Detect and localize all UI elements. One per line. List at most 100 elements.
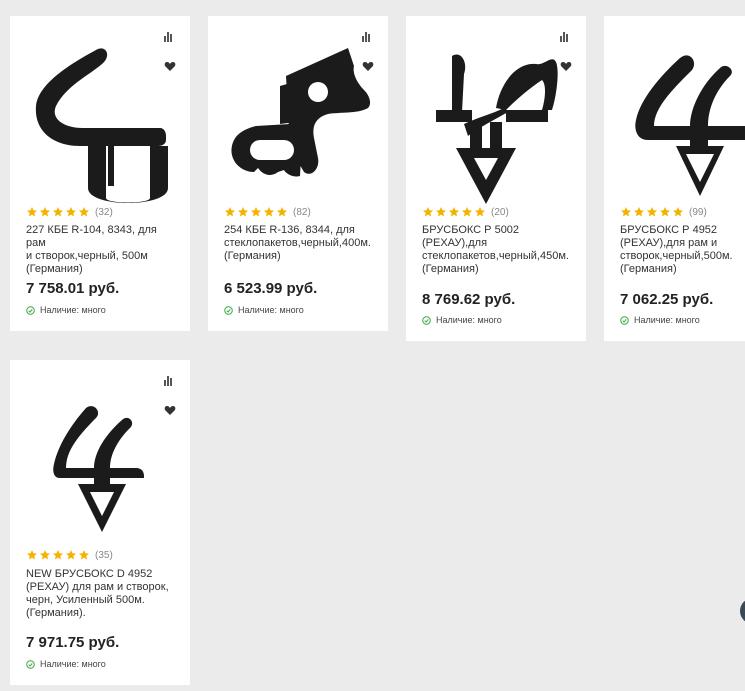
stock-label: Наличие: много	[40, 659, 106, 669]
title-line: (РЕХАУ),для рам и	[620, 237, 718, 249]
product-card[interactable]: (20) БРУСБОКС Р 5002 (РЕХАУ),для стеклоп…	[406, 16, 586, 341]
title-line: (Германия)	[224, 250, 281, 262]
star-icon	[66, 207, 76, 217]
product-price: 6 523.99 руб.	[224, 280, 318, 297]
star-icon	[79, 207, 89, 217]
stock-status: Наличие: много	[224, 305, 304, 315]
heart-icon[interactable]	[164, 60, 176, 72]
stock-status: Наличие: много	[620, 315, 700, 325]
stars	[26, 206, 90, 218]
title-line: (Германия)	[422, 263, 479, 275]
rating-count: (82)	[293, 206, 311, 218]
title-line: (РЕХАУ),для	[422, 237, 488, 249]
check-icon	[422, 315, 431, 325]
rating: (82)	[224, 206, 311, 218]
check-icon	[224, 305, 233, 315]
product-card[interactable]: (99) БРУСБОКС Р 4952 (РЕХАУ),для рам и с…	[604, 16, 745, 341]
title-line: (Германия)	[620, 263, 677, 275]
product-price: 7 062.25 руб.	[620, 291, 714, 308]
product-card[interactable]: (32) 227 КБЕ R-104, 8343, для рам и ство…	[10, 16, 190, 331]
product-image[interactable]	[208, 28, 388, 208]
rating-count: (99)	[689, 206, 707, 218]
product-title[interactable]: NEW БРУСБОКС D 4952 (РЕХАУ) для рам и ст…	[26, 568, 178, 620]
stars	[26, 549, 90, 561]
star-icon	[647, 207, 657, 217]
star-icon	[238, 207, 248, 217]
title-line: (Германия)	[26, 263, 83, 275]
product-price: 7 971.75 руб.	[26, 634, 120, 651]
product-title[interactable]: 227 КБЕ R-104, 8343, для рам и створок,ч…	[26, 224, 178, 276]
star-icon	[634, 207, 644, 217]
star-icon	[27, 207, 37, 217]
compare-icon[interactable]	[164, 376, 174, 386]
star-icon	[79, 550, 89, 560]
star-icon	[462, 207, 472, 217]
title-line: БРУСБОКС Р 4952	[620, 224, 718, 236]
star-icon	[40, 207, 50, 217]
scroll-up-button[interactable]	[740, 598, 745, 624]
star-icon	[660, 207, 670, 217]
product-card[interactable]: (82) 254 КБЕ R-136, 8344, для стеклопаке…	[208, 16, 388, 331]
star-icon	[40, 550, 50, 560]
stock-label: Наличие: много	[634, 315, 700, 325]
product-image[interactable]	[604, 28, 745, 208]
check-icon	[26, 305, 35, 315]
star-icon	[423, 207, 433, 217]
stock-label: Наличие: много	[436, 315, 502, 325]
compare-icon[interactable]	[362, 32, 372, 42]
star-icon	[27, 550, 37, 560]
star-icon	[53, 550, 63, 560]
star-icon	[53, 207, 63, 217]
heart-icon[interactable]	[362, 60, 374, 72]
product-title[interactable]: БРУСБОКС Р 4952 (РЕХАУ),для рам и створо…	[620, 224, 745, 276]
star-icon	[225, 207, 235, 217]
rating-count: (20)	[491, 206, 509, 218]
stars	[620, 206, 684, 218]
product-price: 8 769.62 руб.	[422, 291, 516, 308]
stock-status: Наличие: много	[26, 305, 106, 315]
title-line: черн, Усиленный 500м.	[26, 594, 145, 606]
title-line: створок,черный,500м.	[620, 250, 733, 262]
star-icon	[277, 207, 287, 217]
product-image[interactable]	[10, 28, 190, 208]
product-image[interactable]	[10, 372, 190, 552]
star-icon	[251, 207, 261, 217]
product-card[interactable]: (35) NEW БРУСБОКС D 4952 (РЕХАУ) для рам…	[10, 360, 190, 685]
stock-label: Наличие: много	[238, 305, 304, 315]
title-line: стеклопакетов,черный,400м.	[224, 237, 371, 249]
stock-status: Наличие: много	[422, 315, 502, 325]
star-icon	[673, 207, 683, 217]
title-line: стеклопакетов,черный,450м.	[422, 250, 569, 262]
title-line: и створок,черный, 500м	[26, 250, 148, 262]
check-icon	[620, 315, 629, 325]
compare-icon[interactable]	[560, 32, 570, 42]
star-icon	[475, 207, 485, 217]
stock-label: Наличие: много	[40, 305, 106, 315]
star-icon	[436, 207, 446, 217]
product-title[interactable]: 254 КБЕ R-136, 8344, для стеклопакетов,ч…	[224, 224, 376, 263]
star-icon	[66, 550, 76, 560]
title-line: (РЕХАУ) для рам и створок,	[26, 581, 169, 593]
rating-count: (35)	[95, 549, 113, 561]
rating: (99)	[620, 206, 707, 218]
star-icon	[264, 207, 274, 217]
rating: (35)	[26, 549, 113, 561]
product-title[interactable]: БРУСБОКС Р 5002 (РЕХАУ),для стеклопакето…	[422, 224, 574, 276]
product-image[interactable]	[406, 28, 586, 208]
title-line: NEW БРУСБОКС D 4952	[26, 568, 153, 580]
star-icon	[449, 207, 459, 217]
rating-count: (32)	[95, 206, 113, 218]
compare-icon[interactable]	[164, 32, 174, 42]
star-icon	[621, 207, 631, 217]
heart-icon[interactable]	[560, 60, 572, 72]
stars	[224, 206, 288, 218]
title-line: БРУСБОКС Р 5002	[422, 224, 520, 236]
rating: (20)	[422, 206, 509, 218]
rating: (32)	[26, 206, 113, 218]
product-price: 7 758.01 руб.	[26, 280, 120, 297]
title-line: (Германия).	[26, 607, 86, 619]
stock-status: Наличие: много	[26, 659, 106, 669]
stars	[422, 206, 486, 218]
check-icon	[26, 659, 35, 669]
heart-icon[interactable]	[164, 404, 176, 416]
